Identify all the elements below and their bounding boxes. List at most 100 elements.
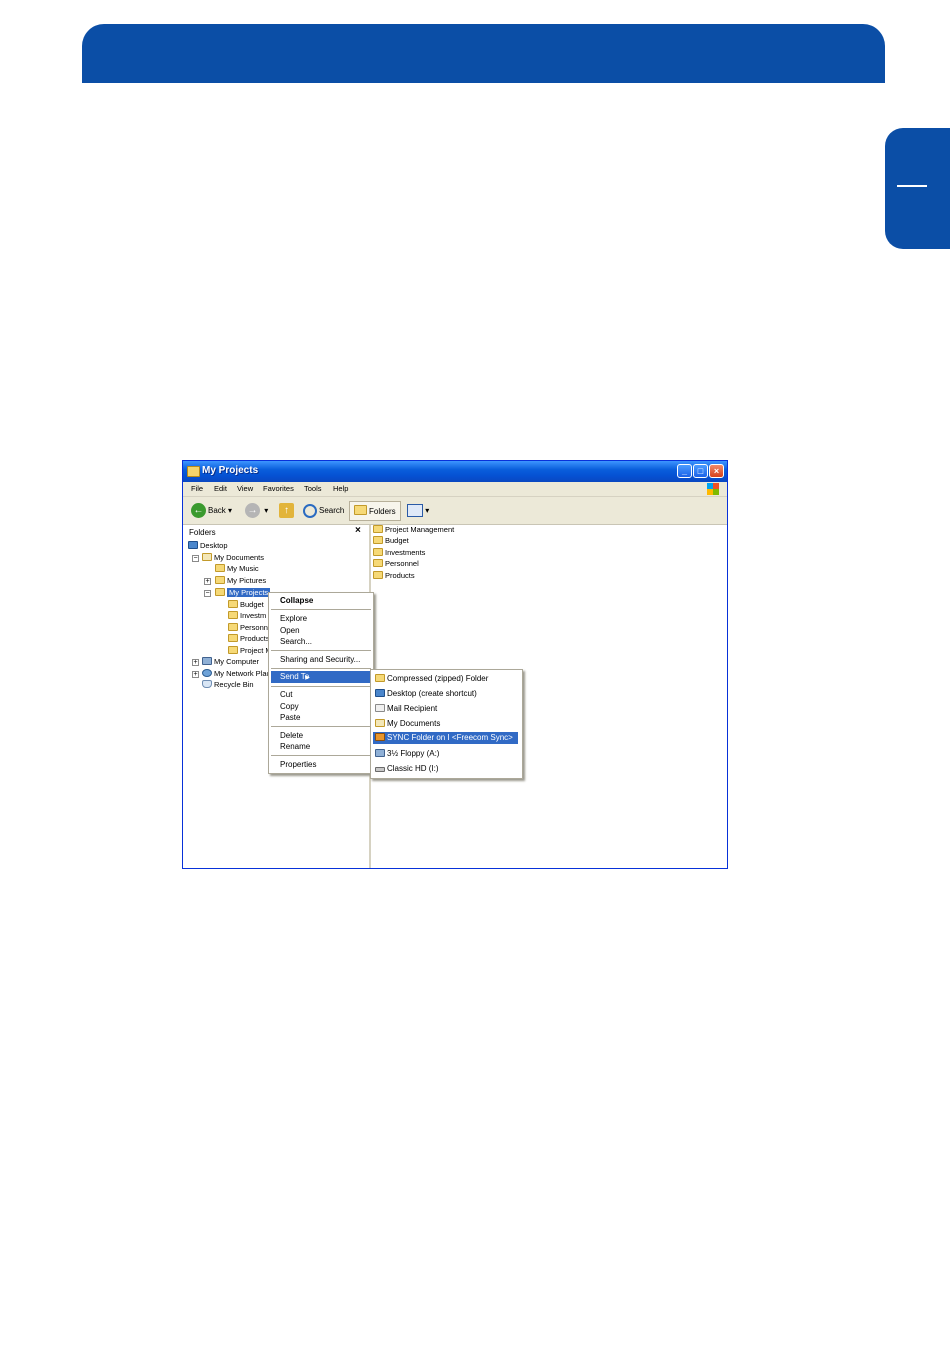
menu-separator — [271, 609, 371, 610]
folder-icon — [228, 611, 238, 619]
chapter-tab — [885, 128, 950, 249]
send-to-submenu: Compressed (zipped) Folder Desktop (crea… — [370, 669, 523, 779]
menu-item-rename[interactable]: Rename — [280, 741, 310, 752]
menu-item-collapse[interactable]: Collapse — [280, 595, 313, 606]
tree-item-investments[interactable]: Investm — [228, 611, 266, 621]
folder-icon — [373, 525, 383, 533]
forward-arrow-icon: → — [245, 503, 260, 519]
my-documents-icon — [375, 719, 385, 727]
header-banner — [82, 24, 885, 83]
menu-label: My Documents — [387, 719, 441, 728]
minimize-button[interactable]: _ — [677, 464, 692, 478]
tree-item-personnel[interactable]: Personn — [228, 623, 268, 633]
network-icon — [202, 669, 212, 677]
list-item[interactable]: Products — [373, 571, 415, 581]
tree-item-my-music[interactable]: My Music — [215, 564, 259, 574]
menu-item-delete[interactable]: Delete — [280, 730, 303, 741]
expand-toggle-icon[interactable]: + — [192, 659, 199, 666]
menu-separator — [271, 755, 371, 756]
folders-pane-title: Folders — [189, 528, 216, 537]
up-folder-icon: ↑ — [279, 503, 294, 519]
context-menu: Collapse Explore Open Search... Sharing … — [268, 592, 374, 774]
menu-help[interactable]: Help — [333, 484, 348, 493]
tree-label: Products — [240, 634, 270, 643]
back-arrow-icon: ← — [191, 503, 206, 519]
views-button[interactable]: ▾ — [407, 501, 429, 521]
search-button[interactable]: Search — [303, 501, 344, 521]
folders-icon — [354, 505, 367, 515]
tree-item-project-management[interactable]: Project M — [228, 646, 272, 656]
menu-label: Desktop (create shortcut) — [387, 689, 477, 698]
menu-item-properties[interactable]: Properties — [280, 759, 316, 770]
list-item-label: Budget — [385, 536, 409, 545]
menu-edit[interactable]: Edit — [214, 484, 227, 493]
tree-item-my-documents[interactable]: My Documents — [202, 553, 264, 563]
tree-item-my-computer[interactable]: My Computer — [202, 657, 259, 667]
menu-tools[interactable]: Tools — [304, 484, 322, 493]
tree-label: My Network Plac — [214, 669, 271, 678]
folders-button[interactable]: Folders — [349, 501, 401, 521]
tree-label: My Music — [227, 564, 259, 573]
menu-label: SYNC Folder on I <Freecom Sync> — [387, 733, 513, 742]
tree-label: Personn — [240, 623, 268, 632]
pane-close-icon[interactable]: × — [355, 525, 361, 536]
send-to-sync-folder[interactable]: SYNC Folder on I <Freecom Sync> — [373, 732, 518, 744]
menu-item-send-to[interactable]: Send To▶ — [271, 671, 371, 683]
menu-item-copy[interactable]: Copy — [280, 701, 299, 712]
menu-item-paste[interactable]: Paste — [280, 712, 300, 723]
menu-label: Classic HD (I:) — [387, 764, 439, 773]
menu-item-sharing[interactable]: Sharing and Security... — [280, 654, 360, 665]
back-button[interactable]: ← Back ▾ — [191, 501, 232, 521]
tree-label: Desktop — [200, 541, 228, 550]
tree-item-my-projects[interactable]: My Projects — [215, 588, 271, 598]
menu-separator — [271, 686, 371, 687]
tree-item-desktop[interactable]: Desktop — [188, 541, 228, 551]
up-folder-button[interactable]: ↑ — [279, 501, 296, 521]
expand-toggle-icon[interactable]: + — [192, 671, 199, 678]
mail-icon — [375, 704, 385, 712]
tree-label: Investm — [240, 611, 267, 620]
collapse-toggle-icon[interactable]: − — [192, 555, 199, 562]
tree-item-my-network-places[interactable]: My Network Plac — [202, 669, 270, 679]
folder-icon — [228, 623, 238, 631]
tree-item-budget[interactable]: Budget — [228, 600, 264, 610]
forward-button[interactable]: → ▾ — [245, 501, 268, 521]
collapse-toggle-icon[interactable]: − — [204, 590, 211, 597]
menu-item-cut[interactable]: Cut — [280, 689, 292, 700]
menu-file[interactable]: File — [191, 484, 203, 493]
menu-item-open[interactable]: Open — [280, 625, 300, 636]
expand-toggle-icon[interactable]: + — [204, 578, 211, 585]
list-item-label: Project Management — [385, 525, 455, 534]
tree-item-products[interactable]: Products — [228, 634, 270, 644]
send-to-compressed-folder[interactable]: Compressed (zipped) Folder — [375, 673, 488, 684]
views-icon — [407, 504, 423, 518]
send-to-desktop[interactable]: Desktop (create shortcut) — [375, 688, 477, 699]
send-to-floppy[interactable]: 3½ Floppy (A:) — [375, 748, 439, 759]
list-item[interactable]: Project Management — [373, 525, 454, 535]
menu-view[interactable]: View — [237, 484, 253, 493]
list-item[interactable]: Investments — [373, 548, 425, 558]
tab-dash — [897, 185, 927, 187]
hard-drive-icon — [375, 767, 385, 772]
tree-item-my-pictures[interactable]: My Pictures — [215, 576, 266, 586]
folder-icon — [215, 588, 225, 596]
menu-item-search[interactable]: Search... — [280, 636, 312, 647]
windows-logo-icon — [707, 483, 719, 495]
send-to-my-documents[interactable]: My Documents — [375, 718, 440, 729]
tree-label: Budget — [240, 600, 264, 609]
send-to-mail-recipient[interactable]: Mail Recipient — [375, 703, 437, 714]
tree-item-recycle-bin[interactable]: Recycle Bin — [202, 680, 254, 690]
menu-favorites[interactable]: Favorites — [263, 484, 294, 493]
list-item[interactable]: Personnel — [373, 559, 419, 569]
tree-label: My Documents — [214, 553, 265, 562]
maximize-button[interactable]: □ — [693, 464, 708, 478]
title-bar[interactable]: My Projects _ □ × — [183, 461, 727, 482]
folders-label: Folders — [369, 507, 396, 516]
toolbar: ← Back ▾ → ▾ ↑ Search Folders ▾ — [183, 497, 727, 525]
send-to-classic-hd[interactable]: Classic HD (I:) — [375, 763, 439, 774]
list-item[interactable]: Budget — [373, 536, 409, 546]
folder-icon — [373, 548, 383, 556]
close-button[interactable]: × — [709, 464, 724, 478]
my-documents-icon — [202, 553, 212, 561]
menu-item-explore[interactable]: Explore — [280, 613, 307, 624]
